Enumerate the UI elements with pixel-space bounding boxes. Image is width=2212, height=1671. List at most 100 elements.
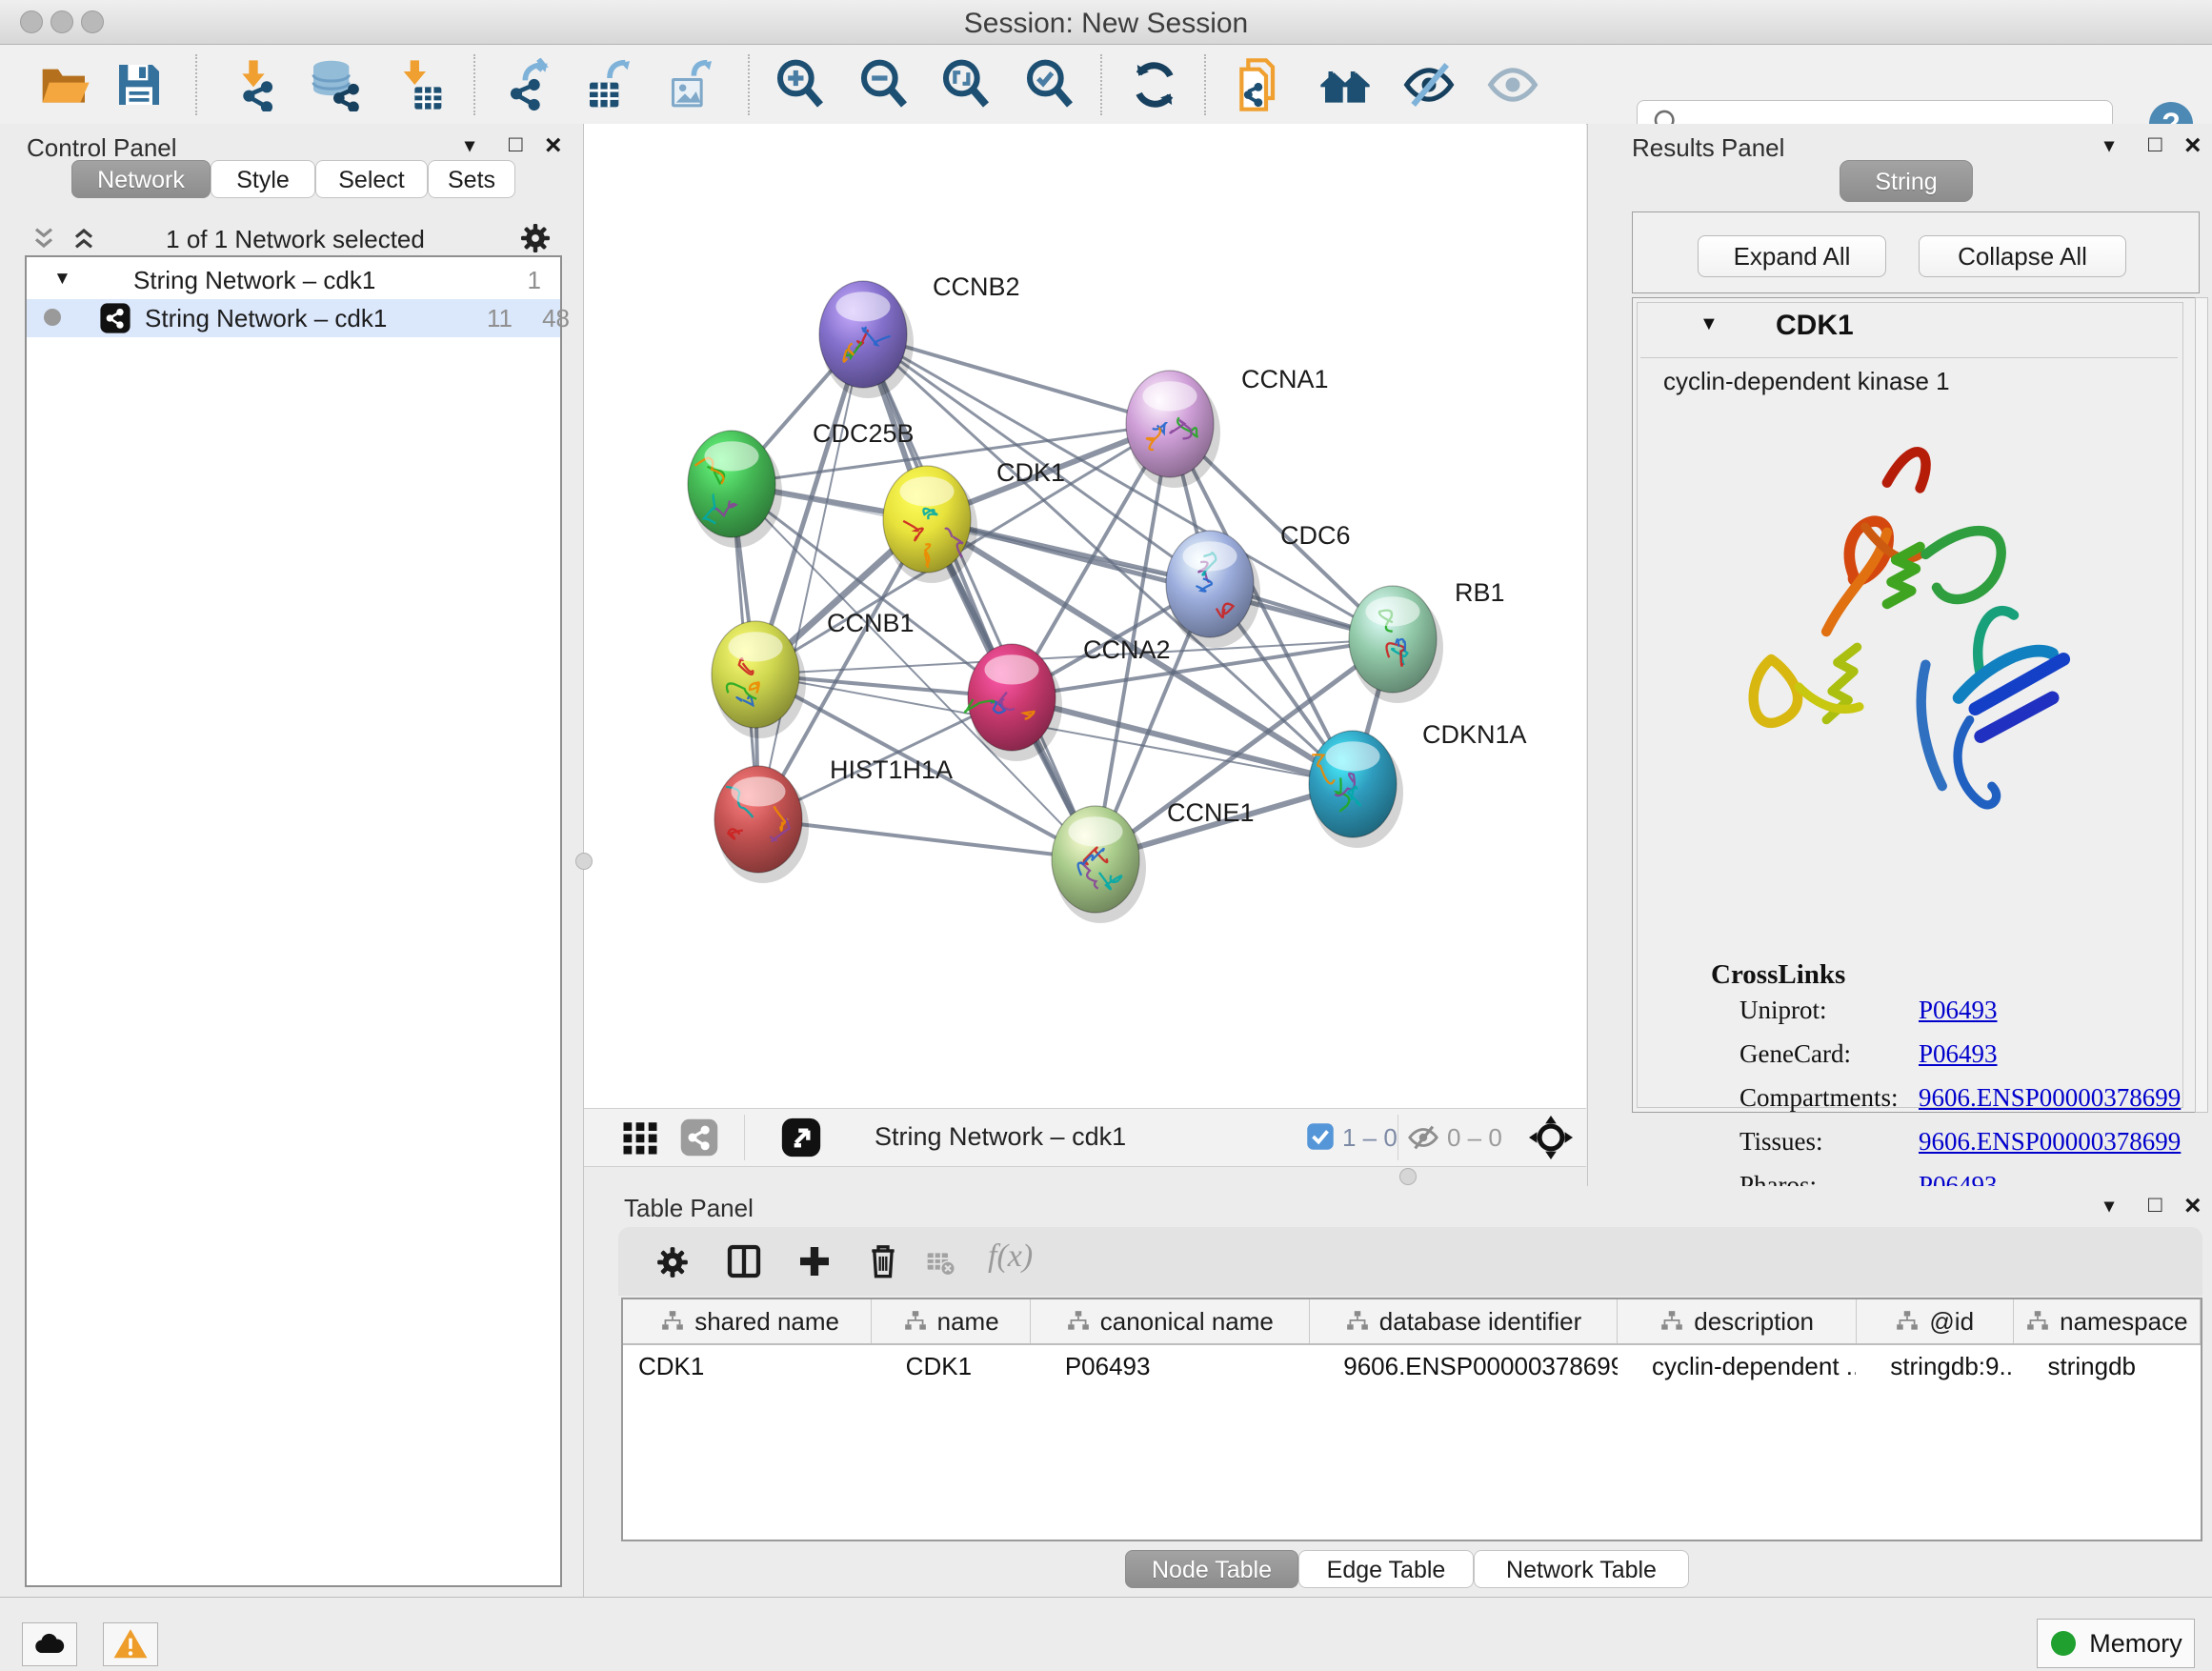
results-panel-maximize-icon[interactable]: □ [2148,131,2162,158]
table-tab-network-table[interactable]: Network Table [1474,1550,1689,1588]
edge-CCNB2-HIST1H1A[interactable] [758,334,863,819]
table-cell[interactable]: CDK1 [872,1345,1031,1387]
column-header-id[interactable]: @id [1857,1299,2014,1343]
node-CCNA1[interactable]: CCNA1 [1126,365,1329,488]
table-tab-edge-table[interactable]: Edge Table [1298,1550,1474,1588]
zoom-fit-content-icon[interactable] [939,58,993,111]
save-session-icon[interactable] [112,58,166,111]
control-panel-float-icon[interactable]: ▾ [465,133,474,157]
hidden-eye-slash-icon[interactable] [1407,1121,1439,1154]
crosslink-value-link[interactable]: P06493 [1919,1039,1998,1069]
table-cell[interactable]: P06493 [1031,1345,1309,1387]
crosslink-value-link[interactable]: 9606.ENSP00000378699 [1919,1083,2181,1113]
column-header-label: database identifier [1379,1307,1581,1337]
refresh-layout-icon[interactable] [1128,58,1181,111]
fit-crosshair-icon[interactable] [1529,1116,1573,1159]
zoom-in-icon[interactable] [774,58,827,111]
column-header-label: canonical name [1100,1307,1274,1337]
control-tab-style[interactable]: Style [211,160,315,198]
tab-string[interactable]: String [1840,160,1973,202]
table-cell[interactable]: stringdb [2013,1345,2201,1387]
import-network-from-file-icon[interactable] [227,58,280,111]
birds-eye-view-icon[interactable] [620,1117,660,1158]
node-table[interactable]: shared name name canonical name database id… [621,1298,2202,1541]
open-in-window-icon[interactable] [780,1117,822,1158]
control-panel-maximize-icon[interactable]: □ [509,131,523,158]
column-header-label: shared name [694,1307,839,1337]
hide-selection-icon[interactable] [1402,58,1456,111]
control-panel-close-icon[interactable]: × [545,130,562,162]
import-table-from-file-icon[interactable] [392,58,446,111]
collapse-all-button[interactable]: Collapse All [1919,235,2126,277]
control-tab-network[interactable]: Network [71,160,211,198]
zoom-out-icon[interactable] [857,58,911,111]
results-panel-float-icon[interactable]: ▾ [2104,133,2114,157]
table-row[interactable]: CDK1CDK1P064939606.ENSP00000378699cyclin… [623,1345,2201,1387]
column-header-database-identifier[interactable]: database identifier [1310,1299,1619,1343]
node-HIST1H1A[interactable]: HIST1H1A [714,755,953,883]
expand-all-button[interactable]: Expand All [1698,235,1886,277]
node-CDKN1A[interactable]: CDKN1A [1309,720,1527,848]
cloud-status-button[interactable] [22,1622,77,1666]
table-cell[interactable]: 9606.ENSP00000378699 [1309,1345,1618,1387]
control-tab-select[interactable]: Select [315,160,428,198]
warning-status-button[interactable] [103,1622,158,1666]
delete-table-icon[interactable] [925,1248,955,1278]
collection-collapse-icon[interactable]: ▼ [53,269,71,290]
column-header-description[interactable]: description [1618,1299,1856,1343]
table-cell[interactable]: cyclin-dependent ... [1618,1345,1856,1387]
table-panel: Table Panel ▾ □ × f(x) shared namenameca… [584,1186,2212,1597]
show-all-icon[interactable] [1486,58,1539,111]
network-collection-row[interactable]: ▼ String Network – cdk1 1 [27,263,560,299]
table-panel-close-icon[interactable]: × [2184,1190,2202,1222]
memory-button[interactable]: Memory [2037,1619,2195,1668]
network-selection-status: 1 of 1 Network selected [124,225,467,254]
table-cell[interactable]: stringdb:9... [1856,1345,2013,1387]
string-network-graph[interactable]: CCNB2CCNA1CDC25BCDK1CDC6RB1CCNB1CCNA2CDK… [584,124,1586,1108]
column-header-shared-name[interactable]: shared name [629,1299,872,1343]
table-settings-gear-icon[interactable] [654,1244,691,1280]
network-options-gear-icon[interactable] [518,221,553,255]
collapse-all-networks-icon[interactable] [29,223,59,253]
table-tab-node-table[interactable]: Node Table [1125,1550,1298,1588]
control-tab-sets[interactable]: Sets [428,160,515,198]
column-header-namespace[interactable]: namespace [2014,1299,2201,1343]
crosslink-value-link[interactable]: 9606.ENSP00000378699 [1919,1127,2181,1157]
add-column-icon[interactable] [795,1242,834,1280]
results-panel-close-icon[interactable]: × [2184,130,2202,162]
column-header-canonical-name[interactable]: canonical name [1031,1299,1310,1343]
import-network-from-database-icon[interactable] [307,58,360,111]
node-CDC6[interactable]: CDC6 [1166,521,1351,648]
selected-checkbox-icon[interactable] [1306,1122,1335,1151]
table-panel-maximize-icon[interactable]: □ [2148,1192,2162,1218]
edge-HIST1H1A-CCNE1[interactable] [758,819,1096,859]
bottom-splitter-handle[interactable] [1399,1168,1417,1185]
collection-network-count: 1 [503,266,541,295]
first-neighbors-icon[interactable] [1318,58,1372,111]
network-row-selected[interactable]: String Network – cdk1 11 48 [27,299,560,337]
network-canvas[interactable]: CCNB2CCNA1CDC25BCDK1CDC6RB1CCNB1CCNA2CDK… [584,124,1586,1108]
column-header-label: @id [1929,1307,1974,1337]
table-panel-float-icon[interactable]: ▾ [2104,1194,2114,1218]
node-CDK1[interactable]: CDK1 [883,458,1065,583]
table-cell[interactable]: CDK1 [629,1345,872,1387]
new-network-from-selection-icon[interactable] [1233,58,1286,111]
open-session-icon[interactable] [38,58,91,111]
column-header-name[interactable]: name [872,1299,1031,1343]
delete-column-trash-icon[interactable] [864,1241,902,1279]
node-RB1[interactable]: RB1 [1349,578,1505,703]
left-splitter-handle[interactable] [575,853,593,870]
protein-collapse-icon[interactable]: ▼ [1699,313,1719,335]
zoom-selected-icon[interactable] [1023,58,1076,111]
node-CCNB2[interactable]: CCNB2 [819,272,1020,398]
export-network-icon[interactable] [503,58,556,111]
expand-all-networks-icon[interactable] [69,223,99,253]
export-table-icon[interactable] [583,58,636,111]
node-CCNA2[interactable]: CCNA2 [965,635,1170,761]
network-share-icon[interactable] [679,1117,719,1158]
results-scrollbar[interactable] [2195,297,2208,1113]
show-columns-icon[interactable] [725,1242,763,1280]
export-image-icon[interactable] [665,58,718,111]
crosslink-value-link[interactable]: P06493 [1919,996,1998,1025]
function-builder-icon[interactable]: f(x) [988,1238,1033,1275]
